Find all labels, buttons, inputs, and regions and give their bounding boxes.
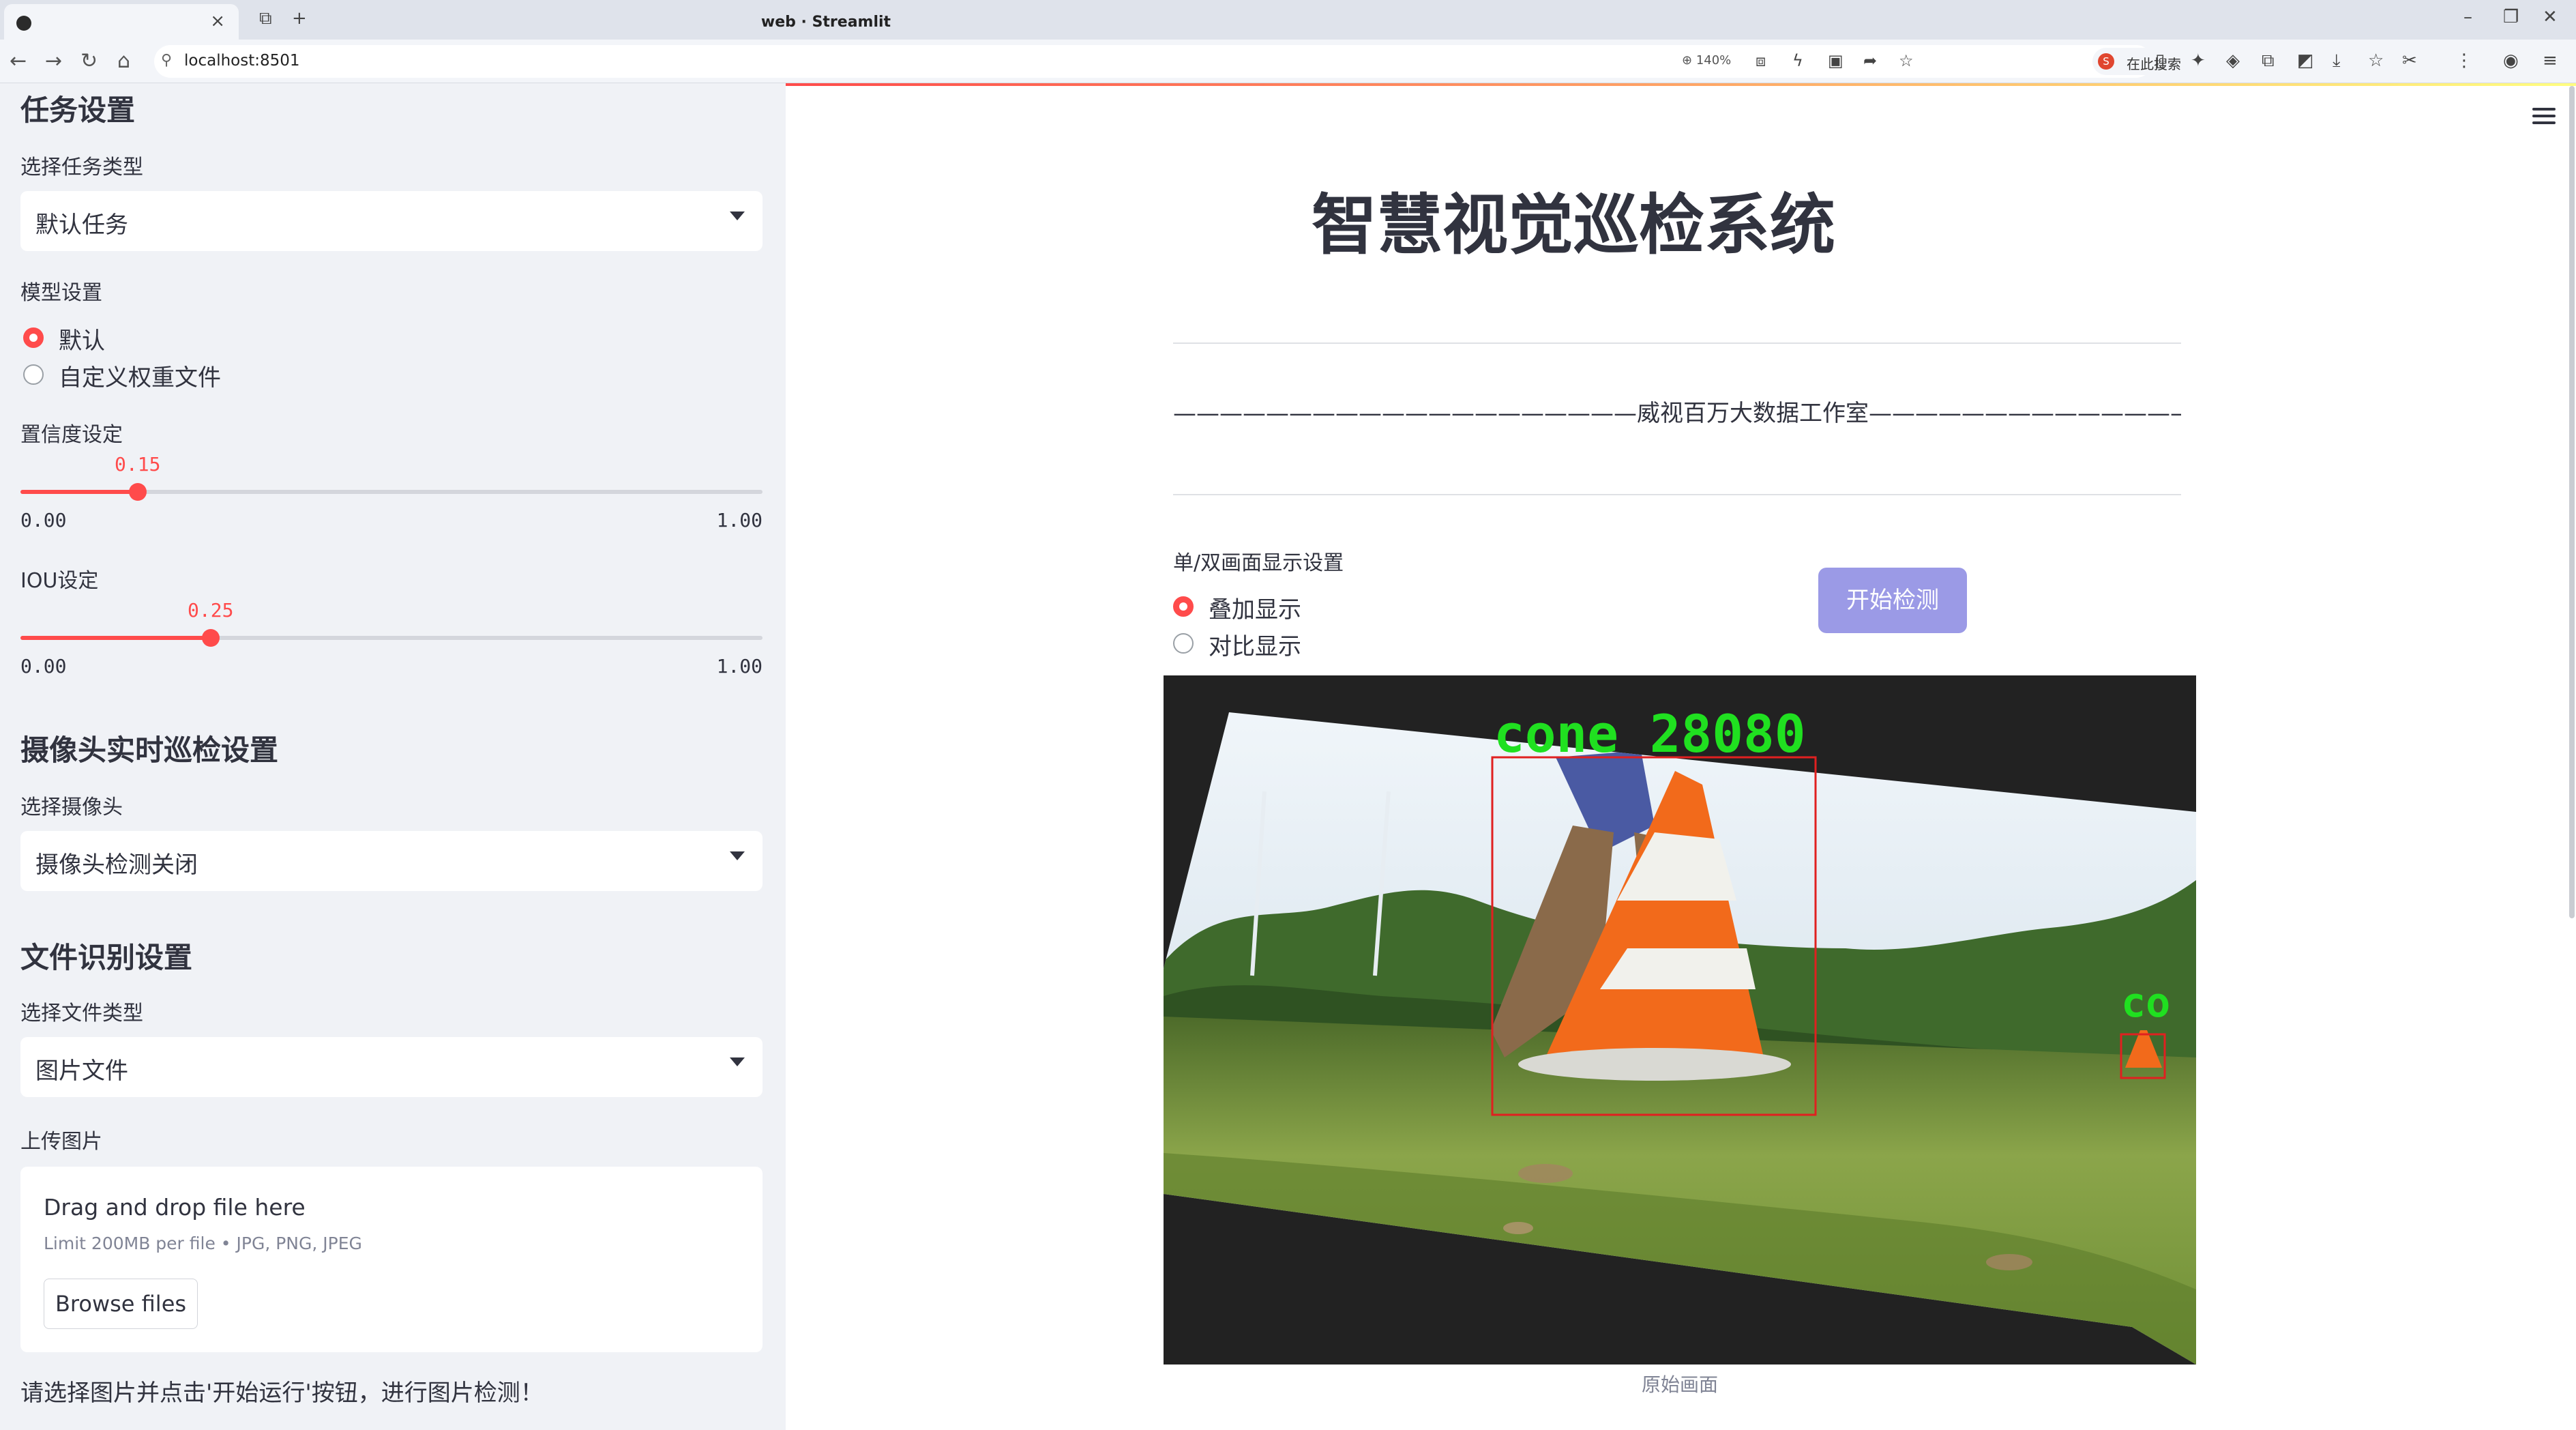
confidence-slider[interactable]: 0.15 0.00 1.00 — [20, 453, 763, 540]
file-type-value: 图片文件 — [35, 1057, 128, 1085]
upload-label: 上传图片 — [20, 1130, 102, 1154]
profile-avatar-icon[interactable]: ◉ — [2503, 50, 2519, 71]
header-decoration — [786, 83, 2576, 86]
radio-label: 默认 — [59, 327, 105, 355]
task-type-select[interactable]: 默认任务 — [20, 191, 763, 251]
detection-label: cone 28080 — [1494, 703, 1806, 764]
back-icon[interactable]: ← — [10, 49, 27, 73]
restore-icon[interactable]: ❐ — [2503, 7, 2519, 27]
file-settings-heading: 文件识别设置 — [20, 941, 193, 974]
model-settings-label: 模型设置 — [20, 281, 102, 305]
start-detection-button[interactable]: 开始检测 — [1818, 568, 1967, 633]
favorites-icon[interactable]: ☆ — [2368, 50, 2384, 71]
extension-4-icon[interactable]: ◩ — [2297, 50, 2314, 71]
chevron-down-icon — [730, 211, 745, 220]
dropzone-text: Drag and drop file here — [44, 1194, 306, 1221]
camera-label: 选择摄像头 — [20, 796, 123, 819]
radio-unselected-icon — [1173, 633, 1194, 654]
chevron-down-icon — [730, 851, 745, 860]
browse-files-button[interactable]: Browse files — [44, 1279, 198, 1329]
minimize-icon[interactable]: – — [2463, 7, 2472, 27]
task-type-value: 默认任务 — [35, 211, 128, 239]
camera-settings-heading: 摄像头实时巡检设置 — [20, 733, 279, 767]
dropzone-limit: Limit 200MB per file • JPG, PNG, JPEG — [44, 1234, 362, 1253]
task-settings-heading: 任务设置 — [20, 93, 136, 127]
zoom-value: 140% — [1696, 53, 1732, 68]
url-field[interactable]: ⚲ localhost:8501 ⊕ 140% ⧈ ϟ ▣ ➦ ☆ S 在此搜索 — [154, 45, 2292, 78]
divider — [1173, 342, 2181, 344]
radio-selected-icon — [23, 327, 44, 348]
hint-text: 请选择图片并点击'开始运行'按钮，进行图片检测！ — [20, 1380, 544, 1407]
file-type-label: 选择文件类型 — [20, 1002, 143, 1025]
image-caption: 原始画面 — [1641, 1373, 1718, 1396]
browser-tab[interactable]: web · Streamlit × — [4, 4, 891, 40]
bookmark-star-icon[interactable]: ☆ — [1899, 51, 1914, 70]
iou-label: IOU设定 — [20, 569, 99, 593]
share-icon[interactable]: ➦ — [1863, 51, 1877, 70]
reload-icon[interactable]: ↻ — [80, 49, 98, 73]
home-icon[interactable]: ⌂ — [117, 49, 130, 73]
radio-selected-icon — [1173, 596, 1194, 617]
close-tab-icon[interactable]: × — [210, 11, 225, 31]
rotated-photo — [1164, 712, 2196, 1365]
browser-menu-icon[interactable]: ≡ — [2543, 50, 2558, 71]
slider-value: 0.25 — [188, 599, 234, 622]
iou-slider[interactable]: 0.25 0.00 1.00 — [20, 599, 763, 686]
forward-icon[interactable]: → — [45, 49, 62, 73]
task-type-label: 选择任务类型 — [20, 156, 143, 179]
extension-2-icon[interactable]: ◈ — [2226, 50, 2240, 71]
slider-min: 0.00 — [20, 655, 67, 677]
scrollbar[interactable] — [2569, 86, 2575, 918]
extension-3-icon[interactable]: ⧉ — [2262, 50, 2275, 72]
detection-image: cone 28080 co — [1164, 675, 2196, 1365]
search-icon: ⚲ — [161, 52, 173, 69]
subtitle: ————————————————————威视百万大数据工作室——————————… — [1173, 400, 2181, 427]
slider-max: 1.00 — [716, 509, 763, 531]
slider-fill — [20, 636, 211, 640]
detection-label-partial: co — [2121, 979, 2170, 1027]
cut-tool-icon[interactable]: ✂ — [2402, 50, 2417, 71]
close-window-icon[interactable]: ✕ — [2543, 7, 2558, 27]
slider-max: 1.00 — [716, 655, 763, 677]
radio-label: 对比显示 — [1209, 633, 1301, 660]
search-placeholder: 在此搜索 — [2127, 56, 2181, 72]
radio-label: 叠加显示 — [1209, 596, 1301, 624]
address-bar-row: ← → ↻ ⌂ ⚲ localhost:8501 ⊕ 140% ⧈ ϟ ▣ ➦ … — [0, 40, 2576, 83]
main-content: 智慧视觉巡检系统 ————————————————————威视百万大数据工作室—… — [786, 83, 2576, 1430]
zoom-level[interactable]: ⊕ 140% — [1682, 53, 1731, 68]
download-icon[interactable]: ⤓ — [2333, 50, 2341, 72]
camera-select[interactable]: 摄像头检测关闭 — [20, 831, 763, 891]
slider-fill — [20, 490, 138, 494]
streamlit-favicon-icon — [16, 16, 31, 31]
lightning-icon[interactable]: ϟ — [1792, 51, 1803, 70]
slider-value: 0.15 — [115, 453, 161, 476]
slider-thumb[interactable] — [129, 483, 147, 501]
url-text: localhost:8501 — [184, 52, 300, 70]
radio-unselected-icon — [23, 364, 44, 385]
browser-tab-bar: web · Streamlit × ⧉ + – ❐ ✕ — [0, 0, 2576, 40]
radio-label: 自定义权重文件 — [59, 364, 221, 392]
translate-icon[interactable]: ⧈ — [1756, 51, 1766, 70]
extension-1-icon[interactable]: ✦ — [2191, 50, 2206, 71]
search-engine-icon: S — [2098, 53, 2114, 70]
file-type-select[interactable]: 图片文件 — [20, 1037, 763, 1097]
screenshot-icon[interactable]: ▣ — [1828, 51, 1844, 70]
page-title: 智慧视觉巡检系统 — [1312, 187, 1835, 263]
reader-icon[interactable]: ▯ — [2155, 50, 2165, 71]
more-menu-icon[interactable]: ⋮ — [2455, 50, 2473, 71]
new-tab-icon[interactable]: + — [292, 8, 307, 29]
main-menu-icon[interactable] — [2532, 108, 2556, 128]
slider-min: 0.00 — [20, 509, 67, 531]
sidebar: 任务设置 选择任务类型 默认任务 模型设置 默认 自定义权重文件 置信度设定 0… — [0, 83, 786, 1430]
confidence-label: 置信度设定 — [20, 423, 123, 447]
divider — [1173, 494, 2181, 495]
slider-thumb[interactable] — [202, 629, 220, 647]
chevron-down-icon — [730, 1057, 745, 1066]
camera-value: 摄像头检测关闭 — [35, 851, 198, 879]
tab-groups-icon[interactable]: ⧉ — [259, 8, 272, 29]
tab-title: web · Streamlit — [760, 14, 891, 31]
display-mode-label: 单/双画面显示设置 — [1173, 551, 1344, 575]
file-dropzone[interactable]: Drag and drop file here Limit 200MB per … — [20, 1167, 763, 1352]
detection-scene: cone 28080 co — [1164, 703, 2196, 1365]
